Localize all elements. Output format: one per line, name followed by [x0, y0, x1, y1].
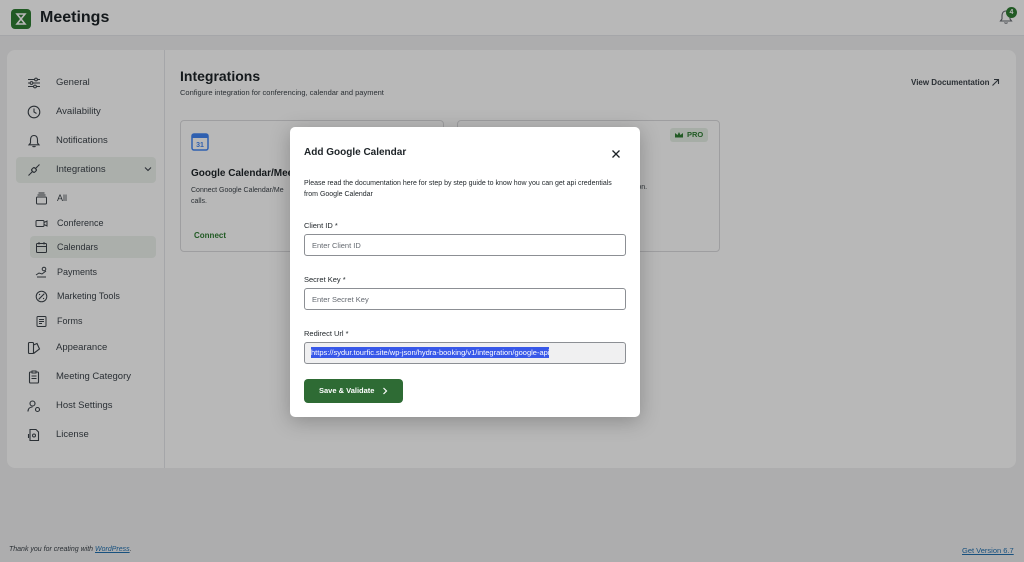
close-icon[interactable] — [610, 148, 622, 160]
secret-key-input[interactable] — [304, 288, 626, 310]
save-validate-label: Save & Validate — [319, 386, 375, 395]
redirect-url-label: Redirect Url * — [304, 329, 349, 338]
client-id-label: Client ID * — [304, 221, 338, 230]
add-google-calendar-modal: Add Google Calendar Please read the docu… — [290, 127, 640, 417]
save-validate-button[interactable]: Save & Validate — [304, 379, 403, 403]
modal-title: Add Google Calendar — [304, 147, 407, 158]
secret-key-label: Secret Key * — [304, 275, 346, 284]
chevron-right-icon — [383, 387, 388, 395]
client-id-input[interactable] — [304, 234, 626, 256]
redirect-url-value[interactable]: https://sydur.tourfic.site/wp-json/hydra… — [311, 347, 550, 358]
modal-description: Please read the documentation here for s… — [304, 180, 612, 198]
